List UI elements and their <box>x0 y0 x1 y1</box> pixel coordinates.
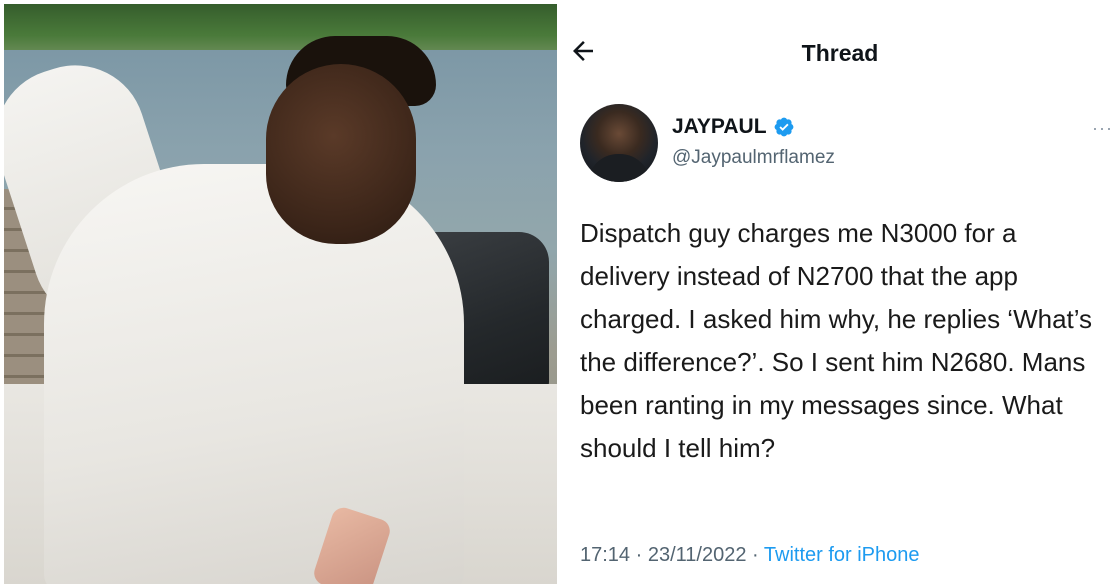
verified-badge-icon <box>774 117 793 137</box>
tweet-panel: Thread JAYPAUL @Jaypaulmrflamez ··· Disp… <box>560 0 1120 588</box>
tweet-time[interactable]: 17:14 <box>580 544 630 566</box>
tweet-date[interactable]: 23/11/2022 <box>648 544 747 566</box>
photo-person-body <box>44 164 464 584</box>
avatar[interactable] <box>580 104 658 182</box>
author-display-name[interactable]: JAYPAUL <box>672 115 767 139</box>
photo-person-head <box>266 64 416 244</box>
tweet-meta: 17:14 · 23/11/2022 · Twitter for iPhone <box>580 544 920 567</box>
author-handle[interactable]: @Jaypaulmrflamez <box>672 147 835 169</box>
photo-trees <box>4 4 557 56</box>
meta-separator: · <box>746 544 764 566</box>
tweet-text: Dispatch guy charges me N3000 for a deli… <box>580 218 1093 463</box>
meta-separator: · <box>630 544 648 566</box>
thread-header: Thread <box>560 0 1120 100</box>
tweet-source-link[interactable]: Twitter for iPhone <box>764 544 920 566</box>
author-name-row: JAYPAUL <box>672 115 795 139</box>
page-title: Thread <box>801 40 879 66</box>
more-icon[interactable]: ··· <box>1092 118 1113 139</box>
profile-photo <box>4 4 557 584</box>
avatar-shoulders <box>588 154 650 182</box>
